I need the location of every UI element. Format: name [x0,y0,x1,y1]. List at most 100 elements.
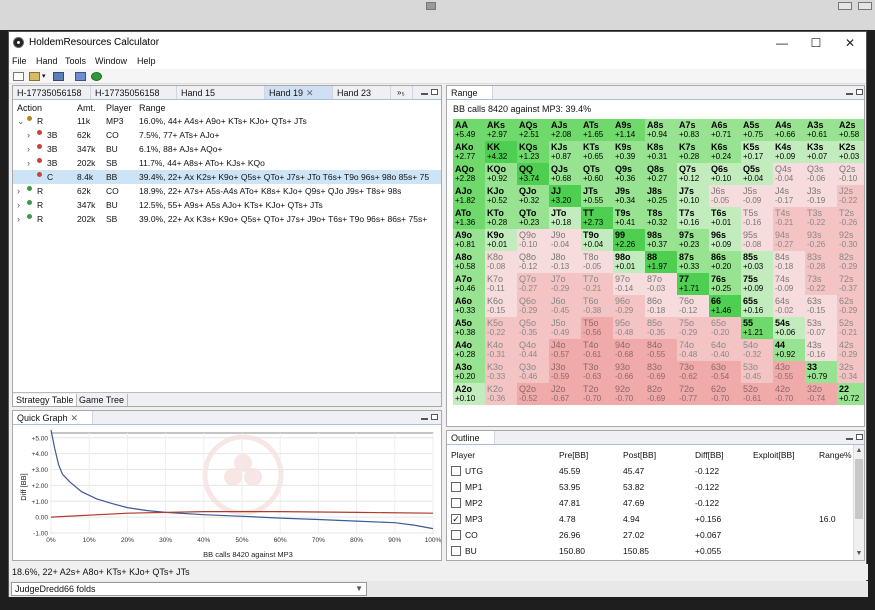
range-cell[interactable]: T8s +0.32 [645,207,677,229]
range-cell[interactable]: QTs +0.60 [581,163,613,185]
range-cell[interactable]: A7o +0.46 [453,273,485,295]
outline-row[interactable]: ✓ MP3 4.78 4.94 +0.156 16.0 [447,511,852,527]
range-cell[interactable]: A9s +1.14 [613,119,645,141]
range-cell[interactable]: 76o -0.12 [677,295,709,317]
range-cell[interactable]: K6o -0.15 [485,295,517,317]
range-cell[interactable]: A5o +0.38 [453,317,485,339]
range-cell[interactable]: K8o -0.08 [485,251,517,273]
range-cell[interactable]: 85s +0.03 [741,251,773,273]
chevron-down-icon[interactable]: ▼ [355,584,363,593]
range-cell[interactable]: 96s +0.09 [709,229,741,251]
strategy-row[interactable]: › R 202k SB 39.0%, 22+ Ax K3s+ K9o+ Q5s+ QTo… [13,212,441,226]
range-cell[interactable]: A3o +0.20 [453,361,485,383]
range-cell[interactable]: ATo +1.36 [453,207,485,229]
col-range[interactable]: Range% [819,450,852,460]
tab-hand-h1[interactable]: H-17735056158 [13,86,91,99]
range-cell[interactable]: Q2s -0.10 [837,163,864,185]
range-cell[interactable]: A4o +0.28 [453,339,485,361]
range-cell[interactable]: 97s +0.23 [677,229,709,251]
range-cell[interactable]: 43s -0.16 [805,339,837,361]
range-cell[interactable]: 88 +1.97 [645,251,677,273]
range-cell[interactable]: J3o -0.59 [549,361,581,383]
range-cell[interactable]: 73s -0.22 [805,273,837,295]
expand-chevron-icon[interactable]: › [27,144,30,154]
range-cell[interactable]: 75s +0.09 [741,273,773,295]
range-cell[interactable]: 32s -0.34 [837,361,864,383]
menu-file[interactable]: File [12,56,27,66]
range-cell[interactable]: Q5s +0.04 [741,163,773,185]
tab-range[interactable]: Range [447,86,493,99]
range-cell[interactable]: KTo +0.28 [485,207,517,229]
tab-hand-19[interactable]: Hand 19 ✕ [265,86,333,99]
range-cell[interactable]: Q3o -0.46 [517,361,549,383]
maximize-panel-icon[interactable] [856,434,863,440]
range-cell[interactable]: 55 +1.21 [741,317,773,339]
tab-hand-23[interactable]: Hand 23 [333,86,391,99]
range-cell[interactable]: Q2o -0.52 [517,383,549,405]
strategy-row[interactable]: › 3B 347k BU 6.1%, 88+ AJs+ AQo+ [13,142,441,156]
outline-scrollbar[interactable]: ▲ ▼ [853,445,864,560]
range-cell[interactable]: QTo +0.23 [517,207,549,229]
range-cell[interactable]: K3o -0.33 [485,361,517,383]
range-cell[interactable]: 87o -0.03 [645,273,677,295]
range-cell[interactable]: J7o -0.29 [549,273,581,295]
tab-quick-graph[interactable]: Quick Graph ✕ [13,411,93,424]
range-cell[interactable]: 99 +2.26 [613,229,645,251]
range-cell[interactable]: T3s -0.22 [805,207,837,229]
col-post[interactable]: Post[BB] [623,450,656,460]
close-icon[interactable]: ✕ [833,34,867,52]
tab-hand-15[interactable]: Hand 15 [177,86,265,99]
range-cell[interactable]: 92o -0.70 [613,383,645,405]
range-cell[interactable]: T2s -0.26 [837,207,864,229]
range-cell[interactable]: 65s +0.16 [741,295,773,317]
range-cell[interactable]: 86s +0.20 [709,251,741,273]
strategy-row[interactable]: › R 347k BU 12.5%, 55+ A9s+ A5s AJo+ KTs+ KJ… [13,198,441,212]
range-cell[interactable]: KK +4.32 [485,141,517,163]
range-cell[interactable]: 98o +0.01 [613,251,645,273]
range-cell[interactable]: AJs +2.08 [549,119,581,141]
range-cell[interactable]: J2o -0.67 [549,383,581,405]
col-exploit[interactable]: Exploit[BB] [753,450,795,460]
range-cell[interactable]: J5s -0.09 [741,185,773,207]
expand-chevron-icon[interactable]: › [27,130,30,140]
range-cell[interactable]: 74s -0.09 [773,273,805,295]
range-cell[interactable]: K9s +0.39 [613,141,645,163]
range-cell[interactable]: Q8s +0.27 [645,163,677,185]
player-checkbox[interactable] [451,546,461,556]
range-cell[interactable]: Q7s +0.12 [677,163,709,185]
range-cell[interactable]: 77 +1.71 [677,273,709,295]
range-cell[interactable]: A4s +0.66 [773,119,805,141]
menu-tools[interactable]: Tools [65,56,86,66]
minimize-panel-icon[interactable] [846,438,853,440]
range-cell[interactable]: 87s +0.33 [677,251,709,273]
range-cell[interactable]: K6s +0.24 [709,141,741,163]
range-cell[interactable]: A5s +0.75 [741,119,773,141]
range-cell[interactable]: 96o -0.29 [613,295,645,317]
range-cell[interactable]: Q8o -0.12 [517,251,549,273]
expand-chevron-icon[interactable]: › [17,214,20,224]
range-cell[interactable]: Q3s -0.06 [805,163,837,185]
range-cell[interactable]: Q6o -0.29 [517,295,549,317]
range-cell[interactable]: T9o +0.04 [581,229,613,251]
range-cell[interactable]: J8o -0.13 [549,251,581,273]
range-cell[interactable]: A8s +0.94 [645,119,677,141]
range-cell[interactable]: KQo +0.92 [485,163,517,185]
strategy-row[interactable]: ⌄ R 11k MP3 16.0%, 44+ A4s+ A9o+ KTs+ KJo+ Q… [13,114,441,128]
range-cell[interactable]: 52s -0.21 [837,317,864,339]
range-cell[interactable]: A3s +0.61 [805,119,837,141]
range-cell[interactable]: K4o -0.31 [485,339,517,361]
maximize-icon[interactable]: ☐ [799,34,833,52]
range-cell[interactable]: J6o -0.45 [549,295,581,317]
run-icon[interactable] [91,72,102,81]
maximize-panel-icon[interactable] [431,414,438,420]
range-cell[interactable]: AQo +2.28 [453,163,485,185]
player-checkbox[interactable] [451,498,461,508]
range-cell[interactable]: 93s -0.26 [805,229,837,251]
scroll-down-icon[interactable]: ▼ [855,550,863,558]
range-cell[interactable]: TT +2.73 [581,207,613,229]
range-cell[interactable]: K5s +0.17 [741,141,773,163]
outline-row[interactable]: MP2 47.81 47.69 -0.122 [447,495,852,511]
range-cell[interactable]: Q9o -0.10 [517,229,549,251]
range-cell[interactable]: 92s -0.30 [837,229,864,251]
range-cell[interactable]: K3s +0.07 [805,141,837,163]
